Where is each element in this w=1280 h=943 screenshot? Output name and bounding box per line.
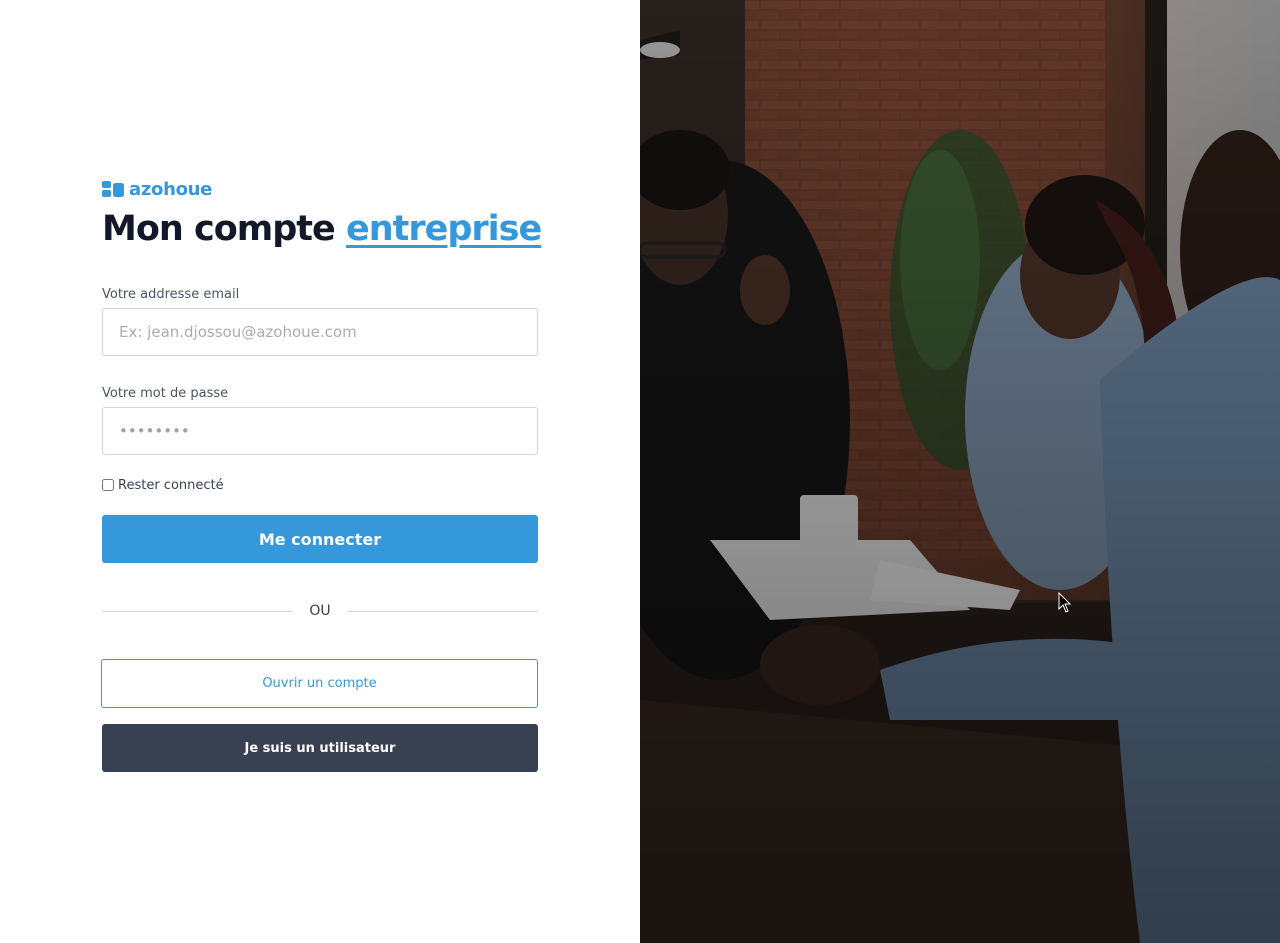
page-title: Mon compte entreprise [102,206,542,252]
mouse-cursor-icon [1058,592,1072,613]
user-login-button[interactable]: Je suis un utilisateur [102,724,538,772]
login-panel: azohoue Mon compte entreprise Votre addr… [0,0,640,943]
or-divider: OU [102,599,538,623]
page-title-accent: entreprise [345,209,542,249]
brand-name: azohoue [129,178,213,200]
remember-label[interactable]: Rester connecté [118,478,224,493]
azohoue-logo-icon [102,181,124,197]
divider-line-right [346,610,538,612]
login-form: azohoue Mon compte entreprise Votre addr… [101,178,542,772]
brand: azohoue [102,178,538,200]
divider-line-left [102,610,294,612]
hero-image [640,0,1280,943]
login-button[interactable]: Me connecter [102,515,538,563]
office-meeting-photo [640,0,1280,943]
remember-me: Rester connecté [102,477,538,493]
open-account-button[interactable]: Ouvrir un compte [101,659,538,708]
email-field[interactable] [102,308,538,356]
password-field[interactable] [102,407,538,455]
page-title-main: Mon compte [102,209,336,249]
divider-text: OU [309,603,331,619]
email-label: Votre addresse email [102,287,240,302]
password-label: Votre mot de passe [102,386,229,401]
remember-checkbox[interactable] [102,479,114,491]
